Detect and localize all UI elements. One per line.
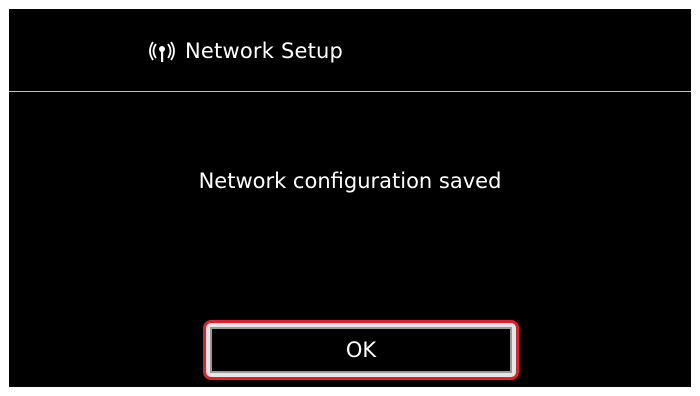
title-bar: Network Setup bbox=[9, 9, 691, 92]
status-message: Network configuration saved bbox=[198, 169, 502, 193]
ok-selection-frame: OK bbox=[203, 320, 519, 380]
camera-menu-screen: Network Setup Network configuration save… bbox=[9, 9, 691, 387]
page-title: Network Setup bbox=[185, 38, 344, 63]
wireless-icon bbox=[147, 40, 177, 64]
ok-button[interactable]: OK bbox=[210, 327, 512, 373]
title-divider bbox=[9, 91, 691, 92]
